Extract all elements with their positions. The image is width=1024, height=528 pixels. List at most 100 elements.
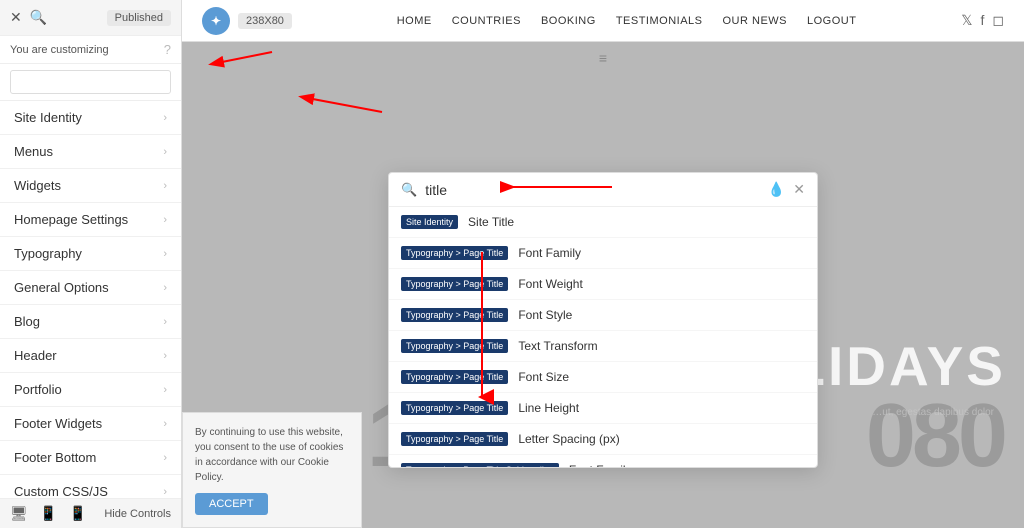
sidebar-item-label: Site Identity bbox=[14, 110, 82, 125]
sidebar: ✕ 🔍 Published You are customizing ? Site… bbox=[0, 0, 182, 528]
search-modal: 🔍 title 💧 ✕ Site Identity Site Title Typ… bbox=[388, 172, 818, 468]
main-preview: ✦ 238X80 HOME COUNTRIES BOOKING TESTIMON… bbox=[182, 0, 1024, 528]
result-badge: Site Identity bbox=[401, 215, 458, 229]
nav-testimonials[interactable]: TESTIMONIALS bbox=[616, 15, 703, 27]
twitter-icon[interactable]: 𝕏 bbox=[961, 12, 972, 29]
logo-icon: ✦ bbox=[202, 7, 230, 35]
nav-our-news[interactable]: OUR NEWS bbox=[723, 15, 788, 27]
sidebar-item-menus[interactable]: Menus › bbox=[0, 135, 181, 169]
search-result-item[interactable]: Typography > Page Title Text Transform bbox=[389, 331, 817, 362]
preview-nav: HOME COUNTRIES BOOKING TESTIMONIALS OUR … bbox=[397, 15, 857, 27]
sidebar-item-footer-widgets[interactable]: Footer Widgets › bbox=[0, 407, 181, 441]
result-label: Font Size bbox=[518, 370, 569, 384]
sidebar-header-icons: ✕ 🔍 bbox=[10, 9, 47, 26]
instagram-icon[interactable]: ◻ bbox=[992, 12, 1004, 29]
search-result-item[interactable]: Typography > Page Title Subheading Font … bbox=[389, 455, 817, 467]
desktop-icon[interactable]: 🖥 bbox=[10, 505, 28, 522]
hamburger-menu-icon: ≡ bbox=[599, 50, 607, 66]
chevron-right-icon: › bbox=[163, 384, 167, 396]
sidebar-item-label: Homepage Settings bbox=[14, 212, 128, 227]
sidebar-item-site-identity[interactable]: Site Identity › bbox=[0, 101, 181, 135]
sidebar-item-label: Widgets bbox=[14, 178, 61, 193]
sidebar-item-portfolio[interactable]: Portfolio › bbox=[0, 373, 181, 407]
nav-logout[interactable]: LOGOUT bbox=[807, 15, 856, 27]
chevron-right-icon: › bbox=[163, 112, 167, 124]
sidebar-item-footer-bottom[interactable]: Footer Bottom › bbox=[0, 441, 181, 475]
cookie-text: By continuing to use this website, you c… bbox=[195, 425, 349, 485]
sidebar-item-header[interactable]: Header › bbox=[0, 339, 181, 373]
logo-size-label: 238X80 bbox=[238, 13, 292, 29]
preview-social: 𝕏 f ◻ bbox=[961, 12, 1004, 29]
app-wrapper: ✕ 🔍 Published You are customizing ? Site… bbox=[0, 0, 1024, 528]
sidebar-item-label: Header bbox=[14, 348, 57, 363]
customizing-bar: You are customizing ? bbox=[0, 36, 181, 64]
sidebar-item-homepage-settings[interactable]: Homepage Settings › bbox=[0, 203, 181, 237]
result-badge: Typography > Page Title bbox=[401, 308, 508, 322]
chevron-right-icon: › bbox=[163, 214, 167, 226]
search-result-item[interactable]: Typography > Page Title Font Size bbox=[389, 362, 817, 393]
sidebar-item-label: Custom CSS/JS bbox=[14, 484, 108, 498]
filter-icon[interactable]: 💧 bbox=[768, 181, 785, 198]
sidebar-header: ✕ 🔍 Published bbox=[0, 0, 181, 36]
accept-button[interactable]: ACCEPT bbox=[195, 493, 268, 515]
search-modal-input[interactable]: title bbox=[425, 182, 768, 198]
chevron-right-icon: › bbox=[163, 350, 167, 362]
sidebar-item-label: Footer Widgets bbox=[14, 416, 102, 431]
published-badge: Published bbox=[107, 10, 171, 26]
preview-logo: ✦ 238X80 bbox=[202, 7, 292, 35]
search-result-item[interactable]: Typography > Page Title Font Family bbox=[389, 238, 817, 269]
sidebar-item-label: Menus bbox=[14, 144, 53, 159]
customizing-label: You are customizing bbox=[10, 44, 109, 56]
hide-controls-label[interactable]: Hide Controls bbox=[104, 508, 171, 520]
result-badge: Typography > Page Title Subheading bbox=[401, 463, 559, 467]
sidebar-search-input[interactable] bbox=[10, 70, 171, 94]
close-icon[interactable]: ✕ bbox=[10, 9, 22, 26]
chevron-right-icon: › bbox=[163, 180, 167, 192]
tablet-icon[interactable]: 📱 bbox=[40, 505, 57, 522]
sidebar-item-label: Typography bbox=[14, 246, 82, 261]
search-modal-icon: 🔍 bbox=[401, 182, 417, 198]
result-label: Font Weight bbox=[518, 277, 582, 291]
result-badge: Typography > Page Title bbox=[401, 401, 508, 415]
result-badge: Typography > Page Title bbox=[401, 432, 508, 446]
chevron-right-icon: › bbox=[163, 316, 167, 328]
nav-home[interactable]: HOME bbox=[397, 15, 432, 27]
result-badge: Typography > Page Title bbox=[401, 370, 508, 384]
result-badge: Typography > Page Title bbox=[401, 339, 508, 353]
sidebar-item-widgets[interactable]: Widgets › bbox=[0, 169, 181, 203]
sidebar-item-general-options[interactable]: General Options › bbox=[0, 271, 181, 305]
sidebar-menu: Site Identity › Menus › Widgets › Homepa… bbox=[0, 101, 181, 498]
result-label: Font Family bbox=[518, 246, 581, 260]
sidebar-item-label: Blog bbox=[14, 314, 40, 329]
sidebar-item-label: Footer Bottom bbox=[14, 450, 96, 465]
search-result-item[interactable]: Typography > Page Title Font Style bbox=[389, 300, 817, 331]
lorem-text: …ut, egestas dapibus dolor bbox=[872, 407, 994, 418]
search-result-item[interactable]: Site Identity Site Title bbox=[389, 207, 817, 238]
result-label: Font Family bbox=[569, 463, 632, 467]
search-result-item[interactable]: Typography > Page Title Letter Spacing (… bbox=[389, 424, 817, 455]
mobile-icon[interactable]: 📱 bbox=[69, 505, 86, 522]
nav-booking[interactable]: BOOKING bbox=[541, 15, 596, 27]
help-icon[interactable]: ? bbox=[164, 42, 171, 57]
sidebar-item-label: General Options bbox=[14, 280, 109, 295]
sidebar-item-custom-css-js[interactable]: Custom CSS/JS › bbox=[0, 475, 181, 498]
search-result-item[interactable]: Typography > Page Title Line Height bbox=[389, 393, 817, 424]
sidebar-item-typography[interactable]: Typography › bbox=[0, 237, 181, 271]
result-label: Text Transform bbox=[518, 339, 597, 353]
search-results: Site Identity Site Title Typography > Pa… bbox=[389, 207, 817, 467]
facebook-icon[interactable]: f bbox=[980, 12, 984, 29]
chevron-right-icon: › bbox=[163, 418, 167, 430]
sidebar-footer-icons: 🖥 📱 📱 bbox=[10, 505, 87, 522]
cookie-banner: By continuing to use this website, you c… bbox=[182, 412, 362, 528]
search-result-item[interactable]: Typography > Page Title Font Weight bbox=[389, 269, 817, 300]
close-modal-icon[interactable]: ✕ bbox=[793, 181, 805, 198]
chevron-right-icon: › bbox=[163, 146, 167, 158]
preview-content: ≡ 1 080 LIDAYS …ut, egestas dapibus dolo… bbox=[182, 42, 1024, 528]
sidebar-item-blog[interactable]: Blog › bbox=[0, 305, 181, 339]
search-icon[interactable]: 🔍 bbox=[30, 9, 47, 26]
result-label: Letter Spacing (px) bbox=[518, 432, 619, 446]
preview-topbar: ✦ 238X80 HOME COUNTRIES BOOKING TESTIMON… bbox=[182, 0, 1024, 42]
holidays-text: LIDAYS bbox=[791, 334, 1006, 398]
result-badge: Typography > Page Title bbox=[401, 246, 508, 260]
nav-countries[interactable]: COUNTRIES bbox=[452, 15, 521, 27]
